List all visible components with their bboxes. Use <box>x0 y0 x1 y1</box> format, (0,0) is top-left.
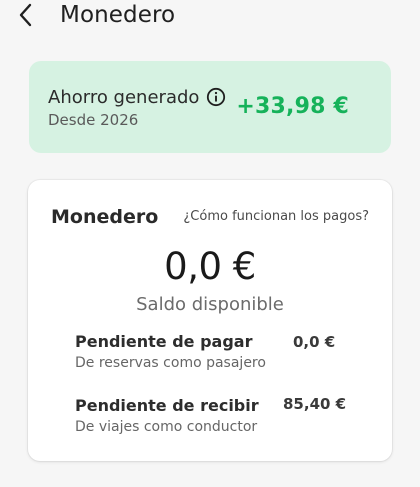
info-icon <box>206 87 226 107</box>
savings-card: Ahorro generado Desde 2026 +33,98 € <box>29 61 391 153</box>
pending-pay-amount: 0,0 € <box>293 333 336 351</box>
pending-pay-subtitle: De reservas como pasajero <box>75 355 266 371</box>
how-payments-work-link[interactable]: ¿Cómo funcionan los pagos? <box>183 209 369 225</box>
pending-receive-title: Pendiente de recibir <box>75 396 259 415</box>
chevron-left-icon <box>19 3 32 27</box>
pending-receive-subtitle: De viajes como conductor <box>75 419 258 435</box>
app-header: Monedero <box>0 0 420 32</box>
wallet-title: Monedero <box>51 206 159 228</box>
balance-amount: 0,0 € <box>164 245 256 288</box>
page-title: Monedero <box>60 2 176 28</box>
savings-since: Desde 2026 <box>48 111 139 129</box>
pending-receive-amount: 85,40 € <box>283 395 347 413</box>
info-button[interactable] <box>206 87 226 107</box>
balance-label: Saldo disponible <box>136 294 284 315</box>
pending-pay-title: Pendiente de pagar <box>75 332 253 351</box>
savings-amount: +33,98 € <box>236 94 349 119</box>
wallet-card: Monedero ¿Cómo funcionan los pagos? 0,0 … <box>28 180 392 461</box>
savings-title: Ahorro generado <box>48 87 200 108</box>
back-button[interactable] <box>12 1 40 29</box>
